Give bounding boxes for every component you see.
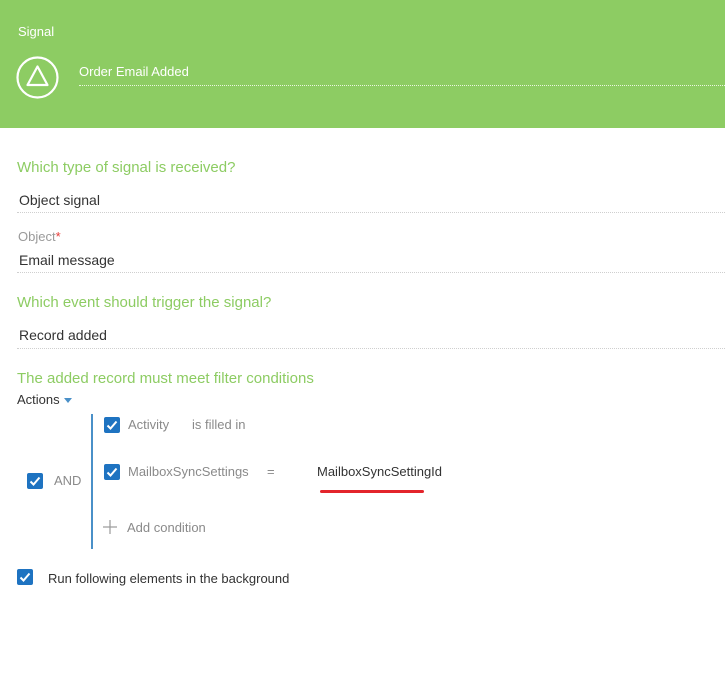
- condition-2-operator[interactable]: =: [267, 464, 275, 479]
- triangle-signal-icon: [16, 56, 59, 99]
- event-field[interactable]: Record added: [17, 322, 725, 349]
- group-bracket-line: [91, 414, 93, 549]
- element-name-field[interactable]: Order Email Added: [79, 64, 725, 86]
- signal-settings-page: Signal Order Email Added Which type of s…: [0, 0, 725, 683]
- condition-1-column[interactable]: Activity: [128, 417, 169, 432]
- object-field[interactable]: Email message: [17, 246, 725, 273]
- actions-label: Actions: [17, 392, 60, 407]
- event-value: Record added: [19, 327, 107, 343]
- highlight-underline: [320, 490, 424, 493]
- check-icon: [106, 420, 118, 430]
- condition-1-checkbox[interactable]: [104, 417, 120, 433]
- object-label: Object*: [18, 229, 61, 244]
- required-mark: *: [55, 229, 61, 244]
- signal-header: Signal Order Email Added: [0, 0, 725, 128]
- element-name-value: Order Email Added: [79, 64, 189, 79]
- check-icon: [29, 476, 41, 486]
- plus-icon: [103, 520, 117, 534]
- condition-2-checkbox[interactable]: [104, 464, 120, 480]
- group-checkbox[interactable]: [27, 473, 43, 489]
- object-value: Email message: [19, 252, 115, 268]
- condition-2-column[interactable]: MailboxSyncSettings: [128, 464, 249, 479]
- caret-down-icon: [63, 398, 72, 404]
- add-condition-label: Add condition: [127, 520, 206, 535]
- filter-heading: The added record must meet filter condit…: [17, 370, 314, 387]
- group-operator[interactable]: AND: [54, 473, 81, 488]
- object-label-text: Object: [18, 229, 56, 244]
- signal-type-field[interactable]: Object signal: [17, 186, 725, 213]
- check-icon: [19, 572, 31, 582]
- check-icon: [106, 467, 118, 477]
- run-background-label[interactable]: Run following elements in the background: [48, 571, 289, 586]
- run-background-checkbox[interactable]: [17, 569, 33, 585]
- condition-1-operator[interactable]: is filled in: [192, 417, 245, 432]
- actions-dropdown[interactable]: Actions: [17, 392, 72, 407]
- signal-type-heading: Which type of signal is received?: [17, 159, 236, 176]
- event-heading: Which event should trigger the signal?: [17, 294, 272, 311]
- condition-2-value[interactable]: MailboxSyncSettingId: [317, 464, 442, 479]
- header-title: Signal: [18, 24, 55, 39]
- signal-type-value: Object signal: [19, 192, 100, 208]
